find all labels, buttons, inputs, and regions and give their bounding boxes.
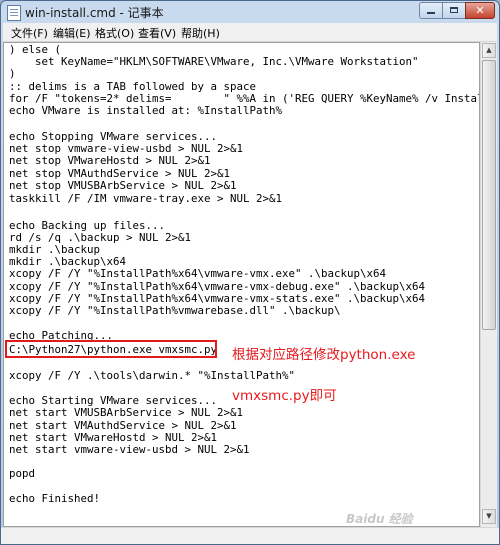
minimize-button[interactable] <box>419 2 443 19</box>
code-line: xcopy /F /Y .\tools\darwin.* "%InstallPa… <box>9 369 296 382</box>
vertical-scrollbar[interactable]: ▲ ▼ <box>480 42 497 527</box>
code-line: xcopy /F /Y "%InstallPath%vmwarebase.dll… <box>9 304 341 317</box>
minimize-icon <box>427 12 435 14</box>
menu-bar: 文件(F) 编辑(E) 格式(O) 查看(V) 帮助(H) <box>3 23 497 42</box>
menu-help[interactable]: 帮助(H) <box>181 25 220 41</box>
arrow-up-icon: ▲ <box>486 46 492 54</box>
code-line: xcopy /F /Y "%InstallPath%x64\vmware-vmx… <box>9 267 387 280</box>
maximize-icon <box>450 7 458 13</box>
menu-file[interactable]: 文件(F) <box>11 25 48 41</box>
menu-view[interactable]: 查看(V) <box>138 25 176 41</box>
code-line: net stop VMwareHostd > NUL 2>&1 <box>9 154 211 167</box>
notepad-icon <box>7 5 21 21</box>
annotation-text-line1: 根据对应路径修改python.exe <box>232 347 416 363</box>
code-line: taskkill /F /IM vmware-tray.exe > NUL 2>… <box>9 192 283 205</box>
window-title: win-install.cmd - 记事本 <box>25 6 164 20</box>
arrow-down-icon: ▼ <box>486 512 492 520</box>
baidu-watermark: Baidu 经验 <box>346 512 413 526</box>
code-line: set KeyName="HKLM\SOFTWARE\VMware, Inc.\… <box>9 55 419 68</box>
title-bar[interactable]: win-install.cmd - 记事本 ✕ <box>1 1 499 23</box>
scroll-down-button[interactable]: ▼ <box>482 509 496 524</box>
code-line: echo Finished! <box>9 492 101 505</box>
text-editor[interactable]: ) else ( set KeyName="HKLM\SOFTWARE\VMwa… <box>3 42 480 527</box>
status-strip <box>1 527 499 544</box>
highlight-box <box>5 340 217 358</box>
code-line: popd <box>9 467 36 480</box>
maximize-button[interactable] <box>442 2 466 19</box>
menu-edit[interactable]: 编辑(E) <box>53 25 91 41</box>
menu-format[interactable]: 格式(O) <box>95 25 134 41</box>
close-button[interactable]: ✕ <box>465 2 495 19</box>
code-line: net stop VMUSBArbService > NUL 2>&1 <box>9 179 237 192</box>
code-line: net start VMUSBArbService > NUL 2>&1 <box>9 406 244 419</box>
code-line: net start vmware-view-usbd > NUL 2>&1 <box>9 443 250 456</box>
annotation-text-line2: vmxsmc.py即可 <box>232 388 337 404</box>
close-icon: ✕ <box>475 4 485 17</box>
notepad-window: win-install.cmd - 记事本 ✕ 文件(F) 编辑(E) 格式(O… <box>0 0 500 545</box>
scroll-thumb[interactable] <box>482 60 496 330</box>
scroll-up-button[interactable]: ▲ <box>482 43 496 58</box>
code-line: ) <box>9 67 16 80</box>
code-line: echo VMware is installed at: %InstallPat… <box>9 104 283 117</box>
